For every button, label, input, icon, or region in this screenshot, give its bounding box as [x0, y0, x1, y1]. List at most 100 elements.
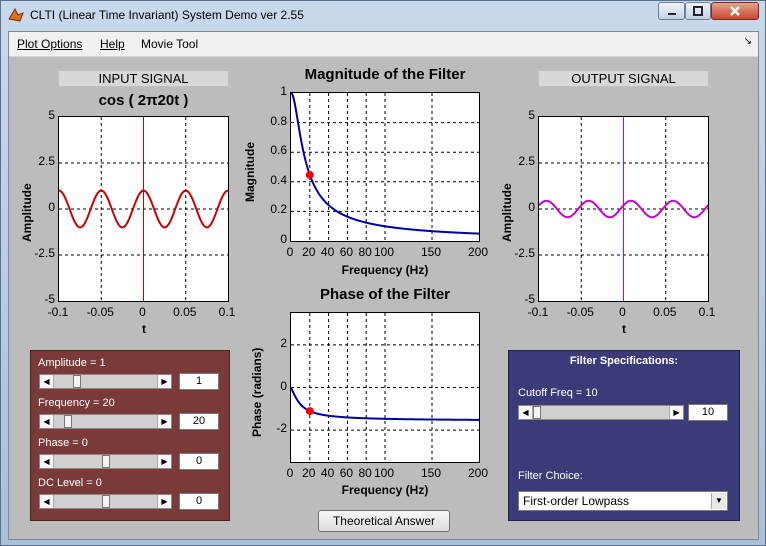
close-button[interactable]	[711, 2, 759, 20]
filter-choice-label: Filter Choice:	[518, 470, 583, 482]
phase-title: Phase of the Filter	[319, 286, 451, 303]
output-xtick-label: 0.05	[653, 305, 677, 319]
frequency-value[interactable]: 20	[179, 413, 219, 430]
menu-plot-options[interactable]: Plot Options	[17, 37, 82, 51]
dc-level-label: DC Level = 0	[38, 477, 102, 489]
output-signal-label: OUTPUT SIGNAL	[538, 70, 709, 87]
figure-area: Plot Options Help Movie Tool ↘ INPUT SIG…	[8, 31, 759, 540]
maximize-icon	[693, 6, 703, 16]
cutoff-label: Cutoff Freq = 10	[518, 387, 598, 399]
phase-xlabel: Frequency (Hz)	[341, 483, 429, 497]
input-signal-label: INPUT SIGNAL	[58, 70, 229, 87]
magnitude_plot-ytick-label: 0	[280, 232, 287, 246]
phase-slider[interactable]: ◀ ▶	[39, 454, 172, 469]
slider-left-arrow-icon[interactable]: ◀	[519, 406, 533, 419]
filter-spec-title: Filter Specifications:	[569, 355, 679, 367]
input-formula: cos ( 2π20t )	[98, 92, 189, 109]
window-title: CLTI (Linear Time Invariant) System Demo…	[30, 8, 304, 22]
minimize-icon	[667, 13, 676, 15]
amplitude-slider[interactable]: ◀ ▶	[39, 374, 172, 389]
signal-control-panel: Amplitude = 1 ◀ ▶ 1 Frequency = 20 ◀ ▶ 20 …	[30, 350, 230, 521]
magnitude-plot[interactable]	[290, 92, 480, 242]
slider-thumb[interactable]	[73, 375, 81, 388]
app-window: CLTI (Linear Time Invariant) System Demo…	[0, 0, 766, 546]
input-ytick-label: 0	[48, 200, 55, 214]
magnitude_plot-ytick-label: 0.4	[270, 172, 287, 187]
output-xlabel: t	[622, 322, 626, 336]
menu-movie-tool[interactable]: Movie Tool	[141, 37, 198, 51]
slider-thumb[interactable]	[63, 415, 72, 428]
output-ytick-label: 0	[528, 200, 535, 214]
amplitude-label: Amplitude = 1	[38, 357, 106, 369]
slider-right-arrow-icon[interactable]: ▶	[157, 375, 171, 388]
input-signal-plot[interactable]	[58, 116, 229, 302]
slider-thumb[interactable]	[101, 495, 110, 508]
output-ytick-label: -2.5	[514, 246, 535, 260]
output-signal-svg	[538, 117, 709, 301]
slider-thumb[interactable]	[533, 406, 541, 419]
close-icon	[730, 6, 740, 16]
slider-track[interactable]	[533, 406, 669, 419]
magnitude_plot-xtick-label: 200	[467, 245, 489, 259]
input-xtick-label: -0.1	[47, 305, 69, 319]
output-signal-plot[interactable]	[538, 116, 709, 302]
slider-right-arrow-icon[interactable]: ▶	[157, 495, 171, 508]
magnitude-title: Magnitude of the Filter	[304, 66, 466, 83]
magnitude_plot-xtick-label: 150	[420, 245, 442, 259]
menu-help-label: Help	[100, 37, 125, 51]
cutoff-value[interactable]: 10	[688, 404, 728, 421]
maximize-button[interactable]	[685, 2, 711, 20]
slider-right-arrow-icon[interactable]: ▶	[157, 455, 171, 468]
output-xtick-label: 0.1	[698, 305, 716, 319]
magnitude-xlabel: Frequency (Hz)	[341, 263, 429, 277]
menu-help[interactable]: Help	[100, 37, 125, 51]
magnitude_plot-ytick-label: 0.8	[270, 113, 287, 128]
amplitude-value[interactable]: 1	[179, 373, 219, 390]
phase-plot[interactable]	[290, 312, 480, 463]
slider-track[interactable]	[54, 375, 157, 388]
phase_plot-ytick-label: 2	[280, 335, 287, 350]
filter-choice-select[interactable]: First-order Lowpass ▼	[518, 491, 728, 511]
output-ytick-label: 5	[528, 108, 535, 122]
phase-svg	[290, 313, 479, 462]
input-xtick-label: 0	[139, 305, 146, 319]
title-bar[interactable]: CLTI (Linear Time Invariant) System Demo…	[1, 1, 765, 31]
dc-level-value[interactable]: 0	[179, 493, 219, 510]
slider-right-arrow-icon[interactable]: ▶	[669, 406, 683, 419]
theoretical-answer-button[interactable]: Theoretical Answer	[318, 510, 450, 532]
slider-left-arrow-icon[interactable]: ◀	[40, 455, 54, 468]
phase_plot-operating-point-marker	[305, 407, 314, 416]
filter-spec-panel: Filter Specifications: Cutoff Freq = 10 …	[508, 350, 740, 521]
output-xtick-label: -0.05	[566, 305, 594, 319]
input-xlabel: t	[142, 322, 146, 336]
dock-arrow-icon[interactable]: ↘	[744, 36, 752, 47]
menu-plot-options-label: Plot Options	[17, 37, 83, 51]
input-ytick-label: -2.5	[34, 246, 55, 260]
phase_plot-xtick-label: 100	[373, 466, 395, 480]
magnitude_plot-response-line	[290, 92, 480, 235]
slider-thumb[interactable]	[101, 455, 110, 468]
magnitude-svg	[290, 92, 480, 241]
minimize-button[interactable]	[658, 2, 685, 20]
phase-value[interactable]: 0	[179, 453, 219, 470]
magnitude_plot-operating-point-marker	[305, 170, 314, 179]
phase_plot-ytick-label: 0	[280, 378, 287, 393]
output-ytick-label: -5	[524, 292, 535, 306]
frequency-label: Frequency = 20	[38, 397, 115, 409]
slider-left-arrow-icon[interactable]: ◀	[40, 495, 54, 508]
menu-bar: Plot Options Help Movie Tool ↘	[9, 32, 758, 57]
frequency-slider[interactable]: ◀ ▶	[39, 414, 172, 429]
cutoff-slider[interactable]: ◀ ▶	[518, 405, 684, 420]
chevron-down-icon[interactable]: ▼	[711, 493, 726, 509]
input-ytick-label: -5	[44, 292, 55, 306]
input-ytick-label: 5	[48, 108, 55, 122]
phase_plot-ytick-label: -2	[276, 421, 287, 436]
dc-level-slider[interactable]: ◀ ▶	[39, 494, 172, 509]
magnitude-ylabel: Magnitude	[243, 142, 257, 202]
slider-right-arrow-icon[interactable]: ▶	[157, 415, 171, 428]
slider-left-arrow-icon[interactable]: ◀	[40, 375, 54, 388]
input-xtick-label: -0.05	[86, 305, 114, 319]
input-ytick-label: 2.5	[38, 154, 55, 168]
phase_plot-xtick-label: 200	[467, 466, 489, 480]
slider-left-arrow-icon[interactable]: ◀	[40, 415, 54, 428]
